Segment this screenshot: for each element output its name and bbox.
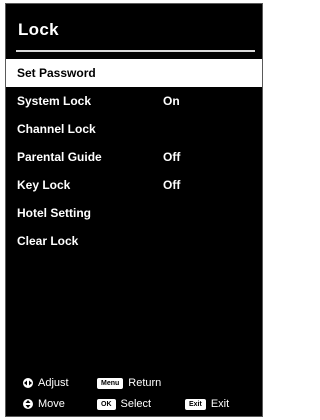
hint-exit-label: Exit (210, 398, 230, 410)
up-down-arrows-icon (23, 399, 33, 409)
ok-key-badge: OK (97, 398, 116, 410)
menu-item-parental-guide[interactable]: Parental Guide Off (6, 143, 262, 171)
menu-item-set-password[interactable]: Set Password (6, 59, 262, 87)
hint-adjust: Adjust (23, 377, 69, 389)
menu-item-label: Clear Lock (17, 234, 79, 248)
menu-item-label: Channel Lock (17, 122, 96, 136)
menu-item-clear-lock[interactable]: Clear Lock (6, 227, 262, 255)
menu-item-label: Set Password (17, 66, 96, 80)
menu-item-hotel-setting[interactable]: Hotel Setting (6, 199, 262, 227)
hint-move-label: Move (38, 398, 65, 410)
menu-item-label: Parental Guide (17, 150, 102, 164)
menu-item-key-lock[interactable]: Key Lock Off (6, 171, 262, 199)
menu-item-value: Off (163, 150, 181, 164)
menu-item-label: Hotel Setting (17, 206, 91, 220)
hint-exit: Exit Exit (185, 398, 229, 410)
menu-item-channel-lock[interactable]: Channel Lock (6, 115, 262, 143)
menu-item-value: Off (163, 178, 181, 192)
hint-select: OK Select (97, 398, 151, 410)
menu-item-system-lock[interactable]: System Lock On (6, 87, 262, 115)
menu-item-label: Key Lock (17, 178, 71, 192)
title-divider (16, 50, 255, 52)
left-right-arrows-icon (23, 378, 33, 388)
hint-select-label: Select (120, 398, 152, 410)
hint-adjust-label: Adjust (38, 377, 69, 389)
menu-key-badge: Menu (97, 377, 124, 389)
menu-item-value: On (163, 94, 180, 108)
lock-menu-panel: Lock Set Password System Lock On Channel… (5, 3, 263, 417)
hint-return: Menu Return (97, 377, 161, 389)
menu-item-label: System Lock (17, 94, 92, 108)
menu-title: Lock (18, 20, 59, 39)
hint-return-label: Return (128, 377, 162, 389)
key-hint-bar: Adjust Menu Return Move OK Select Exit E… (6, 376, 262, 418)
lock-menu-list: Set Password System Lock On Channel Lock… (6, 59, 262, 255)
exit-key-badge: Exit (185, 398, 206, 410)
hint-move: Move (23, 398, 65, 410)
